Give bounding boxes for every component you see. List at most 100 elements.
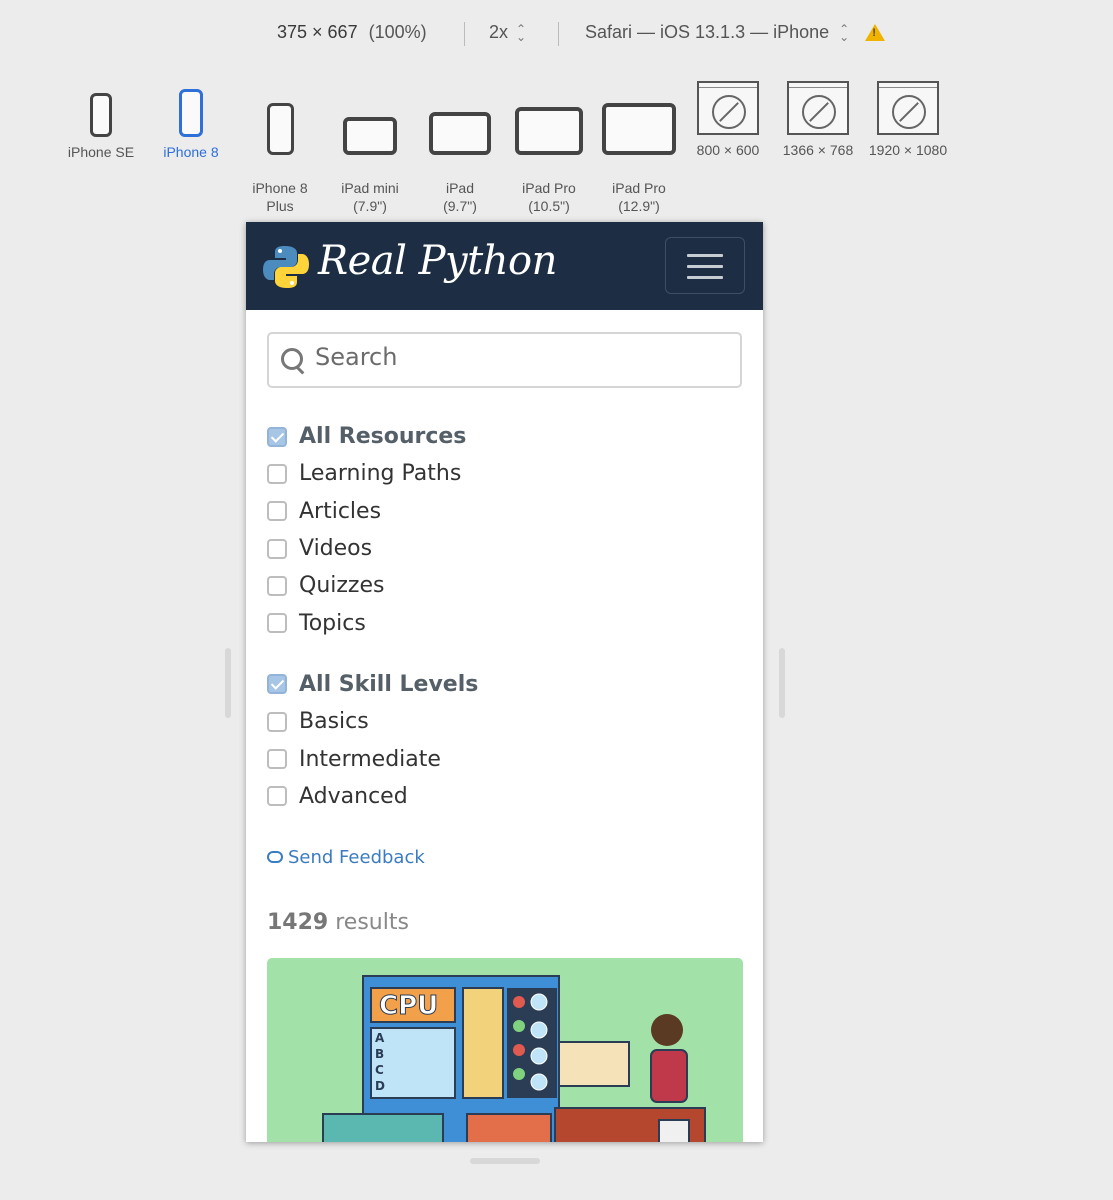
checkbox-checked[interactable]	[267, 674, 287, 695]
device-viewport: Real Python All Resources Learning Paths…	[246, 222, 763, 1142]
filter-label: Learning Paths	[299, 461, 462, 487]
tablet-icon	[515, 107, 583, 155]
checkbox[interactable]	[267, 501, 287, 522]
checkbox[interactable]	[267, 538, 287, 559]
filter-all-resources[interactable]: All Resources	[267, 418, 742, 455]
filter-label: Basics	[299, 709, 369, 735]
results-label: results	[335, 909, 409, 935]
checkbox[interactable]	[267, 575, 287, 596]
safari-icon	[697, 81, 759, 135]
filter-label: Topics	[299, 610, 366, 636]
dimensions-text: 375 × 667	[277, 22, 358, 42]
checkbox[interactable]	[267, 749, 287, 770]
browser-select[interactable]: Safari — iOS 13.1.3 — iPhone ⌃ ⌄	[585, 21, 886, 44]
filter-label: All Skill Levels	[299, 671, 479, 697]
filter-advanced[interactable]: Advanced	[267, 778, 742, 815]
tablet-icon	[602, 103, 676, 155]
menu-toggle-button[interactable]	[665, 237, 745, 294]
filter-quizzes[interactable]: Quizzes	[267, 567, 742, 604]
checkbox[interactable]	[267, 786, 287, 807]
filter-topics[interactable]: Topics	[267, 604, 742, 641]
results-number: 1429	[267, 909, 329, 935]
search-input[interactable]	[313, 342, 717, 372]
chevron-updown-icon: ⌃ ⌄	[516, 21, 527, 44]
checkbox[interactable]	[267, 613, 287, 634]
cpu-illustration: CPU A B C D	[322, 975, 706, 1142]
feedback-label: Send Feedback	[288, 846, 425, 868]
tablet-icon	[343, 117, 397, 155]
checkbox[interactable]	[267, 463, 287, 484]
device-iphone-se[interactable]: iPhone SE	[64, 80, 138, 161]
divider	[464, 22, 465, 46]
checkbox[interactable]	[267, 711, 287, 732]
device-label: iPad Pro (12.9")	[612, 180, 666, 214]
device-ipad-mini[interactable]: iPad mini (7.9")	[333, 80, 407, 233]
scale-select[interactable]: 2x ⌃ ⌄	[489, 22, 526, 43]
device-label: iPad Pro (10.5")	[522, 180, 576, 214]
row-label: A	[375, 1031, 385, 1045]
device-label: iPad (9.7")	[443, 180, 477, 214]
device-label: iPhone SE	[67, 144, 135, 160]
article-card-image[interactable]: CPU A B C D	[267, 958, 743, 1142]
device-800x600[interactable]: 800 × 600	[691, 80, 765, 159]
row-label: C	[375, 1063, 384, 1077]
search-box[interactable]	[267, 332, 742, 388]
filter-label: Advanced	[299, 783, 408, 809]
comment-icon	[267, 851, 283, 864]
device-presets: iPhone SE iPhone 8 iPhone 8 Plus iPad mi…	[0, 80, 1113, 214]
site-navbar: Real Python	[246, 222, 763, 310]
row-label: B	[375, 1047, 384, 1061]
warning-icon[interactable]	[865, 24, 886, 41]
device-1366x768[interactable]: 1366 × 768	[776, 80, 860, 159]
filter-panel: All Resources Learning Paths Articles Vi…	[246, 310, 763, 935]
filter-learning-paths[interactable]: Learning Paths	[267, 455, 742, 492]
brand-name[interactable]: Real Python	[318, 238, 557, 284]
row-label: D	[375, 1079, 385, 1093]
zoom-text: (100%)	[368, 22, 427, 42]
filter-basics[interactable]: Basics	[267, 703, 742, 740]
filter-all-skill-levels[interactable]: All Skill Levels	[267, 666, 742, 703]
device-label: 800 × 600	[696, 142, 760, 158]
filter-label: Quizzes	[299, 573, 385, 599]
device-label: 1366 × 768	[782, 142, 854, 158]
scale-value: 2x	[489, 22, 509, 42]
search-icon	[281, 348, 303, 370]
skill-filter-group: All Skill Levels Basics Intermediate Adv…	[267, 666, 742, 815]
filter-articles[interactable]: Articles	[267, 493, 742, 530]
hamburger-line	[687, 265, 723, 268]
device-ipad-pro-12[interactable]: iPad Pro (12.9")	[602, 80, 676, 233]
hamburger-line	[687, 276, 723, 279]
phone-icon	[266, 103, 294, 155]
device-label: iPhone 8	[163, 144, 219, 160]
chevron-updown-icon: ⌃ ⌄	[839, 21, 850, 44]
safari-icon	[787, 81, 849, 135]
cpu-label: CPU	[379, 991, 438, 1021]
results-count: 1429 results	[267, 910, 742, 935]
phone-icon	[90, 93, 112, 137]
device-1920x1080[interactable]: 1920 × 1080	[864, 80, 952, 159]
filter-label: Articles	[299, 498, 382, 524]
safari-icon	[877, 81, 939, 135]
filter-label: Videos	[299, 536, 373, 562]
filter-intermediate[interactable]: Intermediate	[267, 740, 742, 777]
device-label: iPhone 8 Plus	[252, 180, 308, 214]
filter-videos[interactable]: Videos	[267, 530, 742, 567]
python-logo-icon[interactable]	[263, 244, 309, 290]
device-label: iPad mini (7.9")	[341, 180, 399, 214]
resize-handle-bottom[interactable]	[470, 1158, 540, 1164]
resize-handle-left[interactable]	[225, 648, 231, 718]
divider	[558, 22, 559, 46]
device-iphone-8-plus[interactable]: iPhone 8 Plus	[243, 80, 317, 233]
tablet-icon	[429, 112, 491, 155]
device-ipad[interactable]: iPad (9.7")	[423, 80, 497, 233]
filter-label: Intermediate	[299, 746, 441, 772]
device-label: 1920 × 1080	[868, 142, 948, 158]
responsive-toolbar: 375 × 667 (100%) 2x ⌃ ⌄ Safari — iOS 13.1…	[0, 0, 1113, 66]
checkbox-checked[interactable]	[267, 426, 287, 447]
viewport-dimensions: 375 × 667 (100%)	[277, 22, 427, 43]
device-ipad-pro-10[interactable]: iPad Pro (10.5")	[512, 80, 586, 233]
send-feedback-link[interactable]: Send Feedback	[267, 847, 742, 868]
device-iphone-8[interactable]: iPhone 8	[154, 80, 228, 161]
phone-icon	[179, 89, 203, 137]
resize-handle-right[interactable]	[779, 648, 785, 718]
